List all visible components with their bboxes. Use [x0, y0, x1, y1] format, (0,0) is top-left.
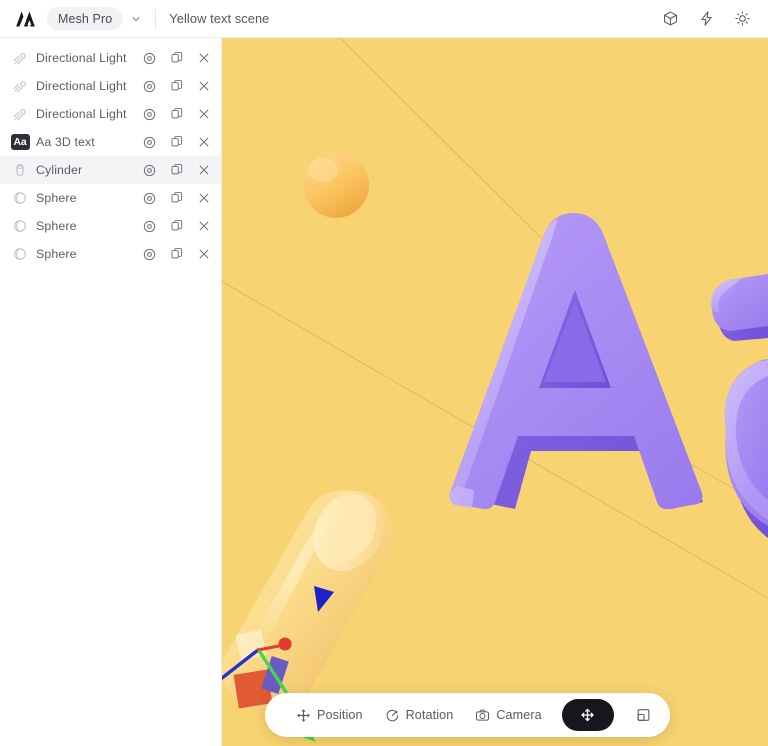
tool-rotation-label: Rotation [406, 708, 454, 722]
top-bar-actions [658, 7, 754, 31]
row-actions [142, 79, 211, 94]
row-actions [142, 51, 211, 66]
aa-badge-label: Aa [11, 134, 30, 150]
close-icon[interactable] [196, 163, 211, 178]
row-actions [142, 191, 211, 206]
scale-icon [636, 708, 651, 723]
close-icon[interactable] [196, 79, 211, 94]
layer-label: Cylinder [36, 163, 136, 177]
visibility-eye-icon[interactable] [142, 219, 157, 234]
chevron-down-icon[interactable] [125, 8, 147, 30]
close-icon[interactable] [196, 51, 211, 66]
layer-row[interactable]: Sphere [0, 212, 221, 240]
cylinder-icon [10, 160, 30, 180]
layer-row[interactable]: Directional Light [0, 44, 221, 72]
close-icon[interactable] [196, 191, 211, 206]
layer-row-cylinder-selected[interactable]: Cylinder [0, 156, 221, 184]
layer-label: Aa 3D text [36, 135, 136, 149]
layer-row[interactable]: Aa Aa 3D text [0, 128, 221, 156]
row-actions [142, 219, 211, 234]
layer-label: Directional Light [36, 79, 136, 93]
tool-rotation[interactable]: Rotation [374, 693, 465, 737]
duplicate-icon[interactable] [169, 219, 184, 234]
directional-light-icon [10, 76, 30, 96]
close-icon[interactable] [196, 107, 211, 122]
visibility-eye-icon[interactable] [142, 107, 157, 122]
layer-label: Sphere [36, 191, 136, 205]
camera-icon [475, 708, 490, 723]
close-icon[interactable] [196, 135, 211, 150]
mode-move-button[interactable] [562, 699, 614, 731]
row-actions [142, 107, 211, 122]
rotate-icon [385, 708, 400, 723]
sun-icon[interactable] [730, 7, 754, 31]
visibility-eye-icon[interactable] [142, 51, 157, 66]
brand-label: Mesh Pro [58, 12, 112, 26]
mode-scale-button[interactable] [618, 699, 670, 731]
duplicate-icon[interactable] [169, 163, 184, 178]
viewport-3d[interactable] [222, 38, 768, 746]
layer-label: Sphere [36, 219, 136, 233]
text-badge-icon: Aa [10, 132, 30, 152]
duplicate-icon[interactable] [169, 247, 184, 262]
directional-light-icon [10, 104, 30, 124]
visibility-eye-icon[interactable] [142, 135, 157, 150]
visibility-eye-icon[interactable] [142, 79, 157, 94]
gizmo-handle-x [279, 638, 292, 651]
lightning-icon[interactable] [694, 7, 718, 31]
row-actions [142, 135, 211, 150]
app-root: Mesh Pro Yellow text scene [0, 0, 768, 746]
layer-label: Directional Light [36, 107, 136, 121]
visibility-eye-icon[interactable] [142, 191, 157, 206]
layers-sidebar: Directional Light [0, 38, 222, 746]
row-actions [142, 247, 211, 262]
scene-name-label: Yellow text scene [169, 11, 269, 26]
layer-label: Sphere [36, 247, 136, 261]
visibility-eye-icon[interactable] [142, 247, 157, 262]
duplicate-icon[interactable] [169, 79, 184, 94]
sphere-icon [10, 188, 30, 208]
duplicate-icon[interactable] [169, 135, 184, 150]
duplicate-icon[interactable] [169, 51, 184, 66]
cube-icon[interactable] [658, 7, 682, 31]
viewport-canvas[interactable] [222, 38, 768, 746]
layer-row[interactable]: Directional Light [0, 100, 221, 128]
mesh-logo-icon[interactable] [13, 8, 39, 30]
sphere-icon [10, 244, 30, 264]
move-axes-icon [296, 708, 311, 723]
layer-row[interactable]: Sphere [0, 240, 221, 268]
brand-pill[interactable]: Mesh Pro [47, 7, 123, 30]
tool-position-label: Position [317, 708, 363, 722]
close-icon[interactable] [196, 219, 211, 234]
duplicate-icon[interactable] [169, 191, 184, 206]
layer-row[interactable]: Sphere [0, 184, 221, 212]
header-divider [155, 9, 156, 29]
tool-camera[interactable]: Camera [464, 693, 552, 737]
top-bar: Mesh Pro Yellow text scene [0, 0, 768, 38]
close-icon[interactable] [196, 247, 211, 262]
move-arrows-icon [580, 708, 595, 723]
sphere-small [303, 152, 369, 218]
layer-row[interactable]: Directional Light [0, 72, 221, 100]
tool-camera-label: Camera [496, 708, 541, 722]
layer-label: Directional Light [36, 51, 136, 65]
duplicate-icon[interactable] [169, 107, 184, 122]
visibility-eye-icon[interactable] [142, 163, 157, 178]
tool-position[interactable]: Position [285, 693, 374, 737]
directional-light-icon [10, 48, 30, 68]
row-actions [142, 163, 211, 178]
transform-toolbar: Position Rotation Camera [265, 693, 670, 737]
sphere-icon [10, 216, 30, 236]
